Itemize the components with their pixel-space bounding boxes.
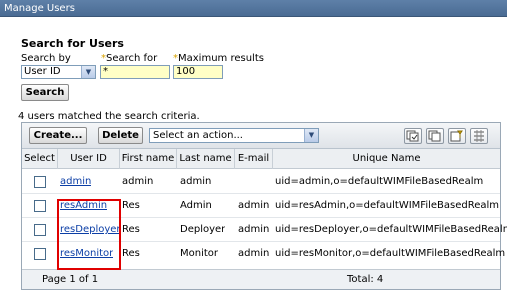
- chevron-down-icon: ▼: [81, 66, 95, 78]
- column-header-last-name[interactable]: Last name: [177, 149, 235, 169]
- last-name-cell: Deployer: [180, 224, 226, 235]
- row-checkbox[interactable]: [34, 176, 46, 188]
- column-settings-icon[interactable]: [470, 128, 488, 144]
- first-name-cell: Res: [122, 224, 140, 235]
- first-name-cell: Res: [122, 200, 140, 211]
- window-titlebar: Manage Users: [0, 0, 507, 17]
- window-title: Manage Users: [4, 3, 75, 14]
- user-id-link[interactable]: resMonitor: [60, 242, 113, 266]
- search-heading: Search for Users: [21, 37, 124, 50]
- chevron-down-icon: ▼: [304, 129, 318, 142]
- search-by-value: User ID: [24, 66, 61, 77]
- first-name-cell: admin: [122, 176, 154, 187]
- users-table: Create... Delete Select an action... ▼ S…: [21, 122, 507, 290]
- user-id-link[interactable]: resDeployer: [60, 218, 121, 242]
- email-cell: admin: [238, 248, 270, 259]
- select-all-icon[interactable]: [404, 128, 422, 144]
- max-results-label-group: *Maximum results: [173, 53, 264, 64]
- action-select[interactable]: Select an action... ▼: [149, 128, 319, 143]
- search-for-label: Search for: [106, 53, 158, 64]
- create-button[interactable]: Create...: [29, 127, 87, 144]
- table-header: Select User ID First name Last name E-ma…: [22, 149, 500, 169]
- row-checkbox[interactable]: [34, 224, 46, 236]
- last-name-cell: admin: [180, 176, 212, 187]
- table-toolbar: Create... Delete Select an action... ▼: [22, 123, 500, 149]
- row-checkbox[interactable]: [34, 248, 46, 260]
- unique-name-cell: uid=resMonitor,o=defaultWIMFileBasedReal…: [275, 248, 506, 259]
- column-header-select: Select: [22, 149, 58, 169]
- search-by-label: Search by: [21, 53, 71, 64]
- unique-name-cell: uid=resAdmin,o=defaultWIMFileBasedRealm: [275, 200, 500, 211]
- row-checkbox[interactable]: [34, 200, 46, 212]
- results-count: 4 users matched the search criteria.: [18, 111, 200, 122]
- column-header-user-id[interactable]: User ID: [58, 149, 120, 169]
- unique-name-cell: uid=resDeployer,o=defaultWIMFileBasedRea…: [275, 224, 507, 235]
- table-row: resDeployer Res Deployer admin uid=resDe…: [22, 218, 507, 242]
- table-footer: Page 1 of 1 Total: 4: [22, 269, 500, 289]
- search-button[interactable]: Search: [21, 84, 69, 101]
- delete-button[interactable]: Delete: [98, 127, 143, 144]
- last-name-cell: Admin: [180, 200, 212, 211]
- table-row: resAdmin Res Admin admin uid=resAdmin,o=…: [22, 194, 500, 218]
- table-row: admin admin admin uid=admin,o=defaultWIM…: [22, 170, 500, 194]
- column-header-first-name[interactable]: First name: [120, 149, 177, 169]
- column-header-unique-name[interactable]: Unique Name: [273, 149, 500, 169]
- deselect-all-icon[interactable]: [426, 128, 444, 144]
- table-row: resMonitor Res Monitor admin uid=resMoni…: [22, 242, 505, 266]
- user-id-link[interactable]: resAdmin: [60, 194, 107, 218]
- max-results-label: Maximum results: [178, 53, 264, 64]
- search-for-input[interactable]: *: [100, 65, 170, 79]
- max-results-input[interactable]: 100: [173, 65, 223, 79]
- total-count: Total: 4: [347, 274, 384, 285]
- column-header-email[interactable]: E-mail: [235, 149, 273, 169]
- email-cell: admin: [238, 200, 270, 211]
- edit-filter-icon[interactable]: [448, 128, 466, 144]
- page-indicator: Page 1 of 1: [42, 274, 99, 285]
- user-id-link[interactable]: admin: [60, 170, 91, 194]
- unique-name-cell: uid=admin,o=defaultWIMFileBasedRealm: [275, 176, 484, 187]
- search-by-select[interactable]: User ID ▼: [21, 65, 96, 79]
- first-name-cell: Res: [122, 248, 140, 259]
- action-select-value: Select an action...: [153, 130, 243, 141]
- email-cell: admin: [238, 224, 270, 235]
- last-name-cell: Monitor: [180, 248, 219, 259]
- search-for-label-group: *Search for: [101, 53, 157, 64]
